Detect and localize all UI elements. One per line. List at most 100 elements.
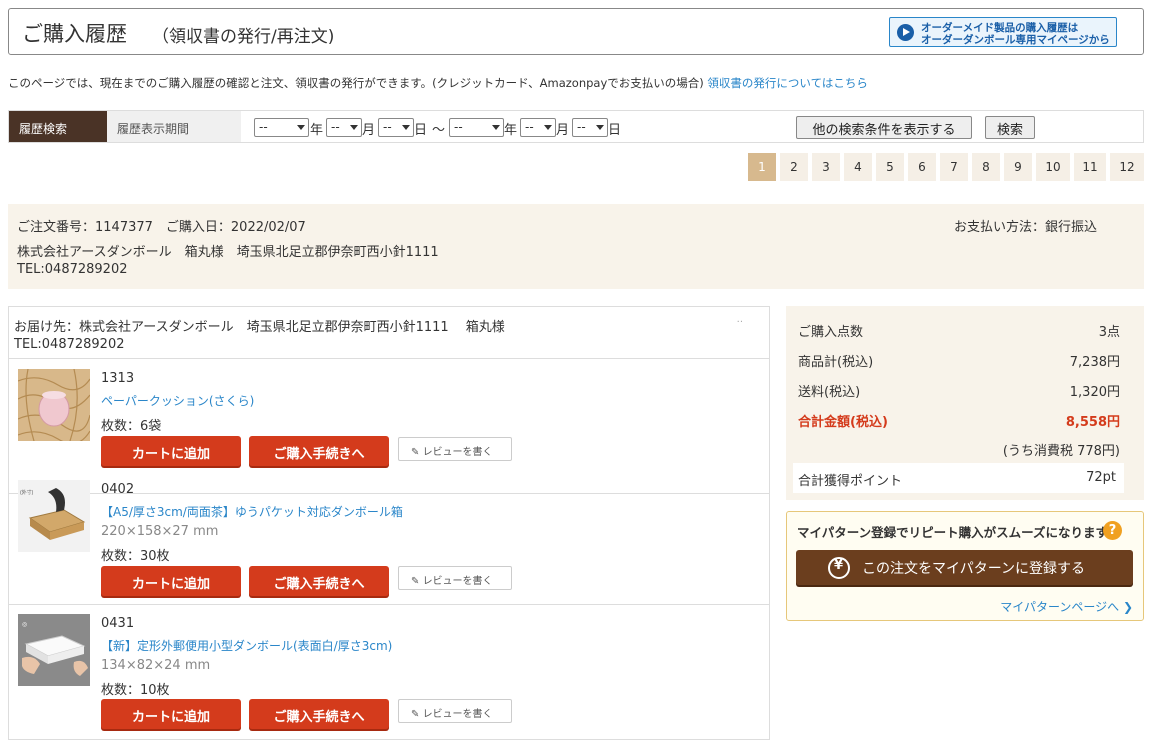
item-quantity: 枚数：10枚 [101,683,170,698]
page-2[interactable]: 2 [780,153,808,181]
checkout-button[interactable]: ご購入手続きへ [249,566,389,596]
page-3[interactable]: 3 [812,153,840,181]
brown-box-image[interactable]: (外寸) [18,480,90,552]
page-title: ご購入履歴 [22,22,127,46]
order-header: ご注文番号：1147377 ご購入日：2022/02/07 株式会社アースダンボ… [8,204,1144,289]
order-made-line2: オーダーダンボール専用マイページから [921,34,1110,46]
review-label: レビューを書く [422,576,493,587]
order-number: ご注文番号：1147377 ご購入日：2022/02/07 [17,220,306,235]
page-1[interactable]: 1 [748,153,776,181]
period-label: 履歴表示期間 [107,111,241,142]
item-size: 134×82×24 mm [101,658,211,673]
page-7[interactable]: 7 [940,153,968,181]
review-label: レビューを書く [422,447,493,458]
yen-refresh-icon [828,557,850,579]
page-11[interactable]: 11 [1074,153,1106,181]
from-month-select[interactable]: -- [326,118,362,137]
year-unit: 年 [504,123,518,138]
order-customer: 株式会社アースダンボール 箱丸様 埼玉県北足立郡伊奈町西小針1111 [17,245,439,260]
summary-total: 合計金額(税込) 8,558円 [798,415,1120,430]
order-tel: TEL:0487289202 [17,262,128,277]
to-day-select[interactable]: -- [572,118,608,137]
summary-count: ご購入点数 3点 [798,325,1120,340]
item-code: 1313 [101,371,135,386]
item-code: 0402 [101,482,135,497]
from-year-select[interactable]: -- [254,118,309,137]
payment-method: お支払い方法：銀行振込 [953,220,1097,235]
checkout-button[interactable]: ご購入手続きへ [249,699,389,729]
item-code: 0431 [101,616,135,631]
chevron-down-icon [297,125,305,130]
from-day-select[interactable]: -- [378,118,414,137]
to-year-select[interactable]: -- [449,118,504,137]
day-unit: 日 [414,123,428,138]
help-icon[interactable]: ? [1103,521,1122,540]
item-name-link[interactable]: 【A5/厚さ3cm/両面茶】ゆうパケット対応ダンボール箱 [101,503,403,520]
order-summary: ご購入点数 3点 商品計(税込) 7,238円 送料(税込) 1,320円 合計金額(… [786,306,1144,500]
page-6[interactable]: 6 [908,153,936,181]
chevron-down-icon [596,125,604,130]
item-name-link[interactable]: 【新】定形外郵便用小型ダンボール(表面白/厚さ3cm) [101,637,392,654]
summary-shipping: 送料(税込) 1,320円 [798,385,1120,400]
year-unit: 年 [310,123,324,138]
points-label: 合計獲得ポイント [798,474,903,489]
day-unit: 日 [608,123,622,138]
list-item: (外寸) 0402 【A5/厚さ3cm/両面茶】ゆうパケット対応ダンボール箱 2… [9,471,769,605]
add-to-cart-button[interactable]: カートに追加 [101,699,241,729]
delivery-tel: TEL:0487289202 [14,337,125,352]
page-description: このページでは、現在までのご購入履歴の確認と注文、領収書の発行ができます。(クレ… [8,75,868,91]
my-pattern-box: マイパターン登録でリピート購入がスムーズになります ? この注文をマイパターンに… [786,511,1144,621]
my-pattern-page-link[interactable]: マイパターンページへ ❯ [1000,598,1133,615]
page-4[interactable]: 4 [844,153,872,181]
pencil-icon: ✎ [411,709,423,720]
month-unit: 月 [556,123,570,138]
item-size: 220×158×27 mm [101,524,219,539]
page-12[interactable]: 12 [1110,153,1144,181]
to-month-select[interactable]: -- [520,118,556,137]
page-8[interactable]: 8 [972,153,1000,181]
receipt-info-link[interactable]: 領収書の発行についてはこちら [707,76,867,90]
register-label: この注文をマイパターンに登録する [862,561,1086,577]
write-review-button[interactable]: ✎ レビューを書く [398,566,512,590]
dots-icon: ·· [736,317,743,328]
write-review-button[interactable]: ✎ レビューを書く [398,437,512,461]
page-10[interactable]: 10 [1036,153,1070,181]
play-arrow-icon [897,24,914,41]
search-button[interactable]: 検索 [985,116,1035,139]
white-box-image[interactable]: ◎ [18,614,90,686]
paper-cushion-image[interactable] [18,369,90,441]
order-made-history-link[interactable]: オーダーメイド製品の購入履歴は オーダーダンボール専用マイページから [889,17,1117,47]
page-5[interactable]: 5 [876,153,904,181]
register-my-pattern-button[interactable]: この注文をマイパターンに登録する [796,550,1133,585]
svg-text:(外寸): (外寸) [20,489,34,496]
pencil-icon: ✎ [411,447,423,458]
page-title-box: ご購入履歴 （領収書の発行/再注文) オーダーメイド製品の購入履歴は オーダーダ… [8,8,1144,55]
svg-text:◎: ◎ [22,622,27,628]
points-value: 72pt [1086,470,1116,485]
add-to-cart-button[interactable]: カートに追加 [101,566,241,596]
my-pattern-headline: マイパターン登録でリピート購入がスムーズになります [797,525,1109,540]
summary-points: 合計獲得ポイント 72pt [793,463,1124,493]
checkout-button[interactable]: ご購入手続きへ [249,436,389,466]
review-label: レビューを書く [422,709,493,720]
page-subtitle: （領収書の発行/再注文) [152,27,335,47]
range-separator: ～ [432,123,446,138]
more-conditions-button[interactable]: 他の検索条件を表示する [796,116,972,139]
item-quantity: 枚数：6袋 [101,419,162,434]
description-text: このページでは、現在までのご購入履歴の確認と注文、領収書の発行ができます。(クレ… [8,76,704,90]
chevron-down-icon [492,125,500,130]
search-label: 履歴検索 [9,111,107,142]
page-9[interactable]: 9 [1004,153,1032,181]
order-items-panel: お届け先：株式会社アースダンボール 埼玉県北足立郡伊奈町西小針1111 箱丸様 … [8,306,770,740]
item-name-link[interactable]: ペーパークッション(さくら) [101,392,254,409]
delivery-address: お届け先：株式会社アースダンボール 埼玉県北足立郡伊奈町西小針1111 箱丸様 … [9,307,769,359]
write-review-button[interactable]: ✎ レビューを書く [398,699,512,723]
delivery-address-text: お届け先：株式会社アースダンボール 埼玉県北足立郡伊奈町西小針1111 箱丸様 [14,320,505,335]
chevron-down-icon [544,125,552,130]
summary-subtotal: 商品計(税込) 7,238円 [798,355,1120,370]
pencil-icon: ✎ [411,576,423,587]
chevron-down-icon [350,125,358,130]
list-item: ◎ 0431 【新】定形外郵便用小型ダンボール(表面白/厚さ3cm) 134×8… [9,605,769,739]
add-to-cart-button[interactable]: カートに追加 [101,436,241,466]
history-search-bar: 履歴検索 履歴表示期間 -- 年 -- 月 -- 日 ～ -- 年 -- 月 -… [8,110,1144,143]
